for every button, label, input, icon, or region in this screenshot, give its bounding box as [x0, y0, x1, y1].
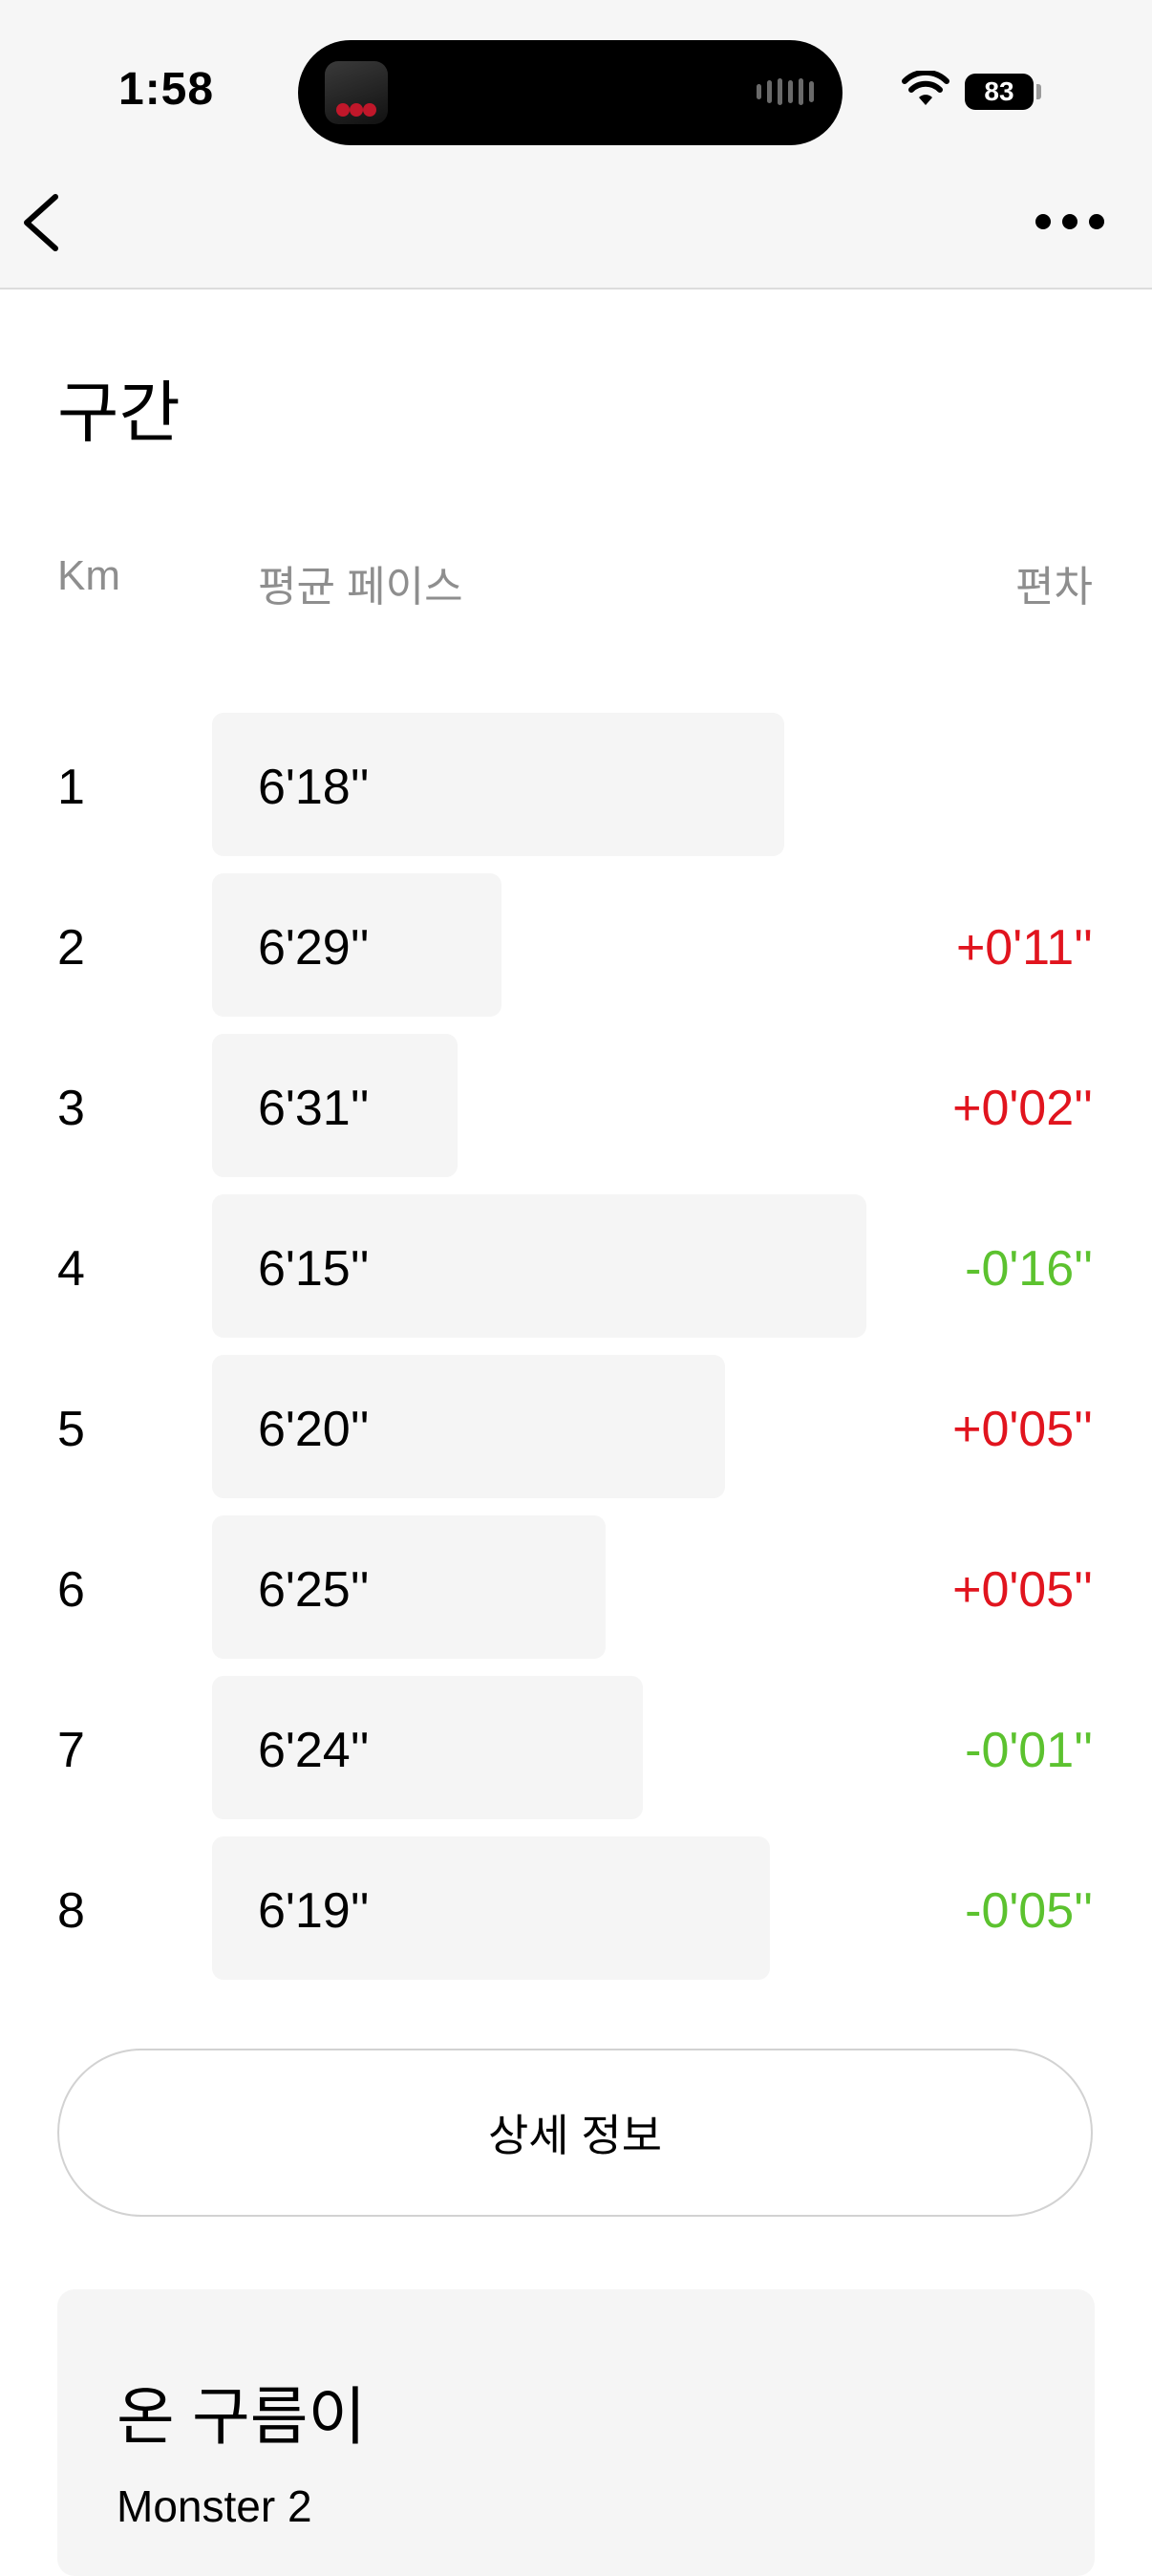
split-deviation: -0'16''	[965, 1241, 1093, 1297]
now-playing-artwork	[325, 61, 388, 124]
more-horizontal-icon	[1035, 214, 1104, 229]
shoe-card[interactable]: 온 구름이 Monster 2	[57, 2289, 1095, 2576]
back-button[interactable]	[17, 189, 65, 256]
split-deviation: -0'05''	[965, 1883, 1093, 1939]
split-km: 8	[57, 1883, 85, 1939]
split-pace: 6'19''	[258, 1883, 370, 1939]
detail-info-button[interactable]: 상세 정보	[57, 2049, 1093, 2217]
status-time: 1:58	[118, 64, 215, 115]
split-deviation: +0'05''	[952, 1562, 1093, 1618]
column-header-km: Km	[57, 552, 120, 599]
split-km: 5	[57, 1402, 85, 1457]
split-pace: 6'29''	[258, 920, 370, 976]
shoe-card-title: 온 구름이	[117, 2381, 367, 2452]
column-header-pace: 평균 페이스	[258, 564, 463, 611]
top-bar: 1:58 83	[0, 0, 1152, 290]
split-pace: 6'20''	[258, 1402, 370, 1457]
detail-info-label: 상세 정보	[487, 2111, 663, 2160]
shoe-card-subtitle: Monster 2	[117, 2481, 312, 2531]
split-km: 6	[57, 1562, 85, 1618]
split-pace: 6'31''	[258, 1081, 370, 1136]
split-row: 6 6'25'' +0'05''	[0, 1515, 1152, 1659]
split-km: 2	[57, 920, 85, 976]
split-km: 3	[57, 1081, 85, 1136]
split-pace: 6'24''	[258, 1723, 370, 1778]
more-button[interactable]	[1032, 203, 1108, 241]
split-pace: 6'18''	[258, 760, 370, 815]
split-pace: 6'25''	[258, 1562, 370, 1618]
split-row: 1 6'18''	[0, 713, 1152, 856]
battery-indicator: 83	[965, 74, 1034, 110]
split-deviation: +0'11''	[955, 920, 1093, 976]
dynamic-island[interactable]	[298, 40, 843, 145]
split-pace: 6'15''	[258, 1241, 370, 1297]
section-title: 구간	[57, 376, 181, 450]
split-row: 5 6'20'' +0'05''	[0, 1355, 1152, 1498]
split-row: 4 6'15'' -0'16''	[0, 1194, 1152, 1338]
split-deviation: +0'02''	[952, 1081, 1093, 1136]
split-deviation: -0'01''	[965, 1723, 1093, 1778]
split-row: 8 6'19'' -0'05''	[0, 1836, 1152, 1980]
split-deviation: +0'05''	[952, 1402, 1093, 1457]
chevron-left-icon	[24, 194, 58, 251]
wifi-icon	[902, 71, 949, 105]
split-row: 2 6'29'' +0'11''	[0, 873, 1152, 1017]
audio-waveform-icon	[757, 78, 814, 105]
split-row: 7 6'24'' -0'01''	[0, 1676, 1152, 1819]
split-km: 1	[57, 760, 85, 815]
split-row: 3 6'31'' +0'02''	[0, 1034, 1152, 1177]
battery-cap	[1036, 84, 1041, 99]
column-header-deviation: 편차	[1015, 564, 1093, 611]
split-km: 7	[57, 1723, 85, 1778]
split-km: 4	[57, 1241, 85, 1297]
